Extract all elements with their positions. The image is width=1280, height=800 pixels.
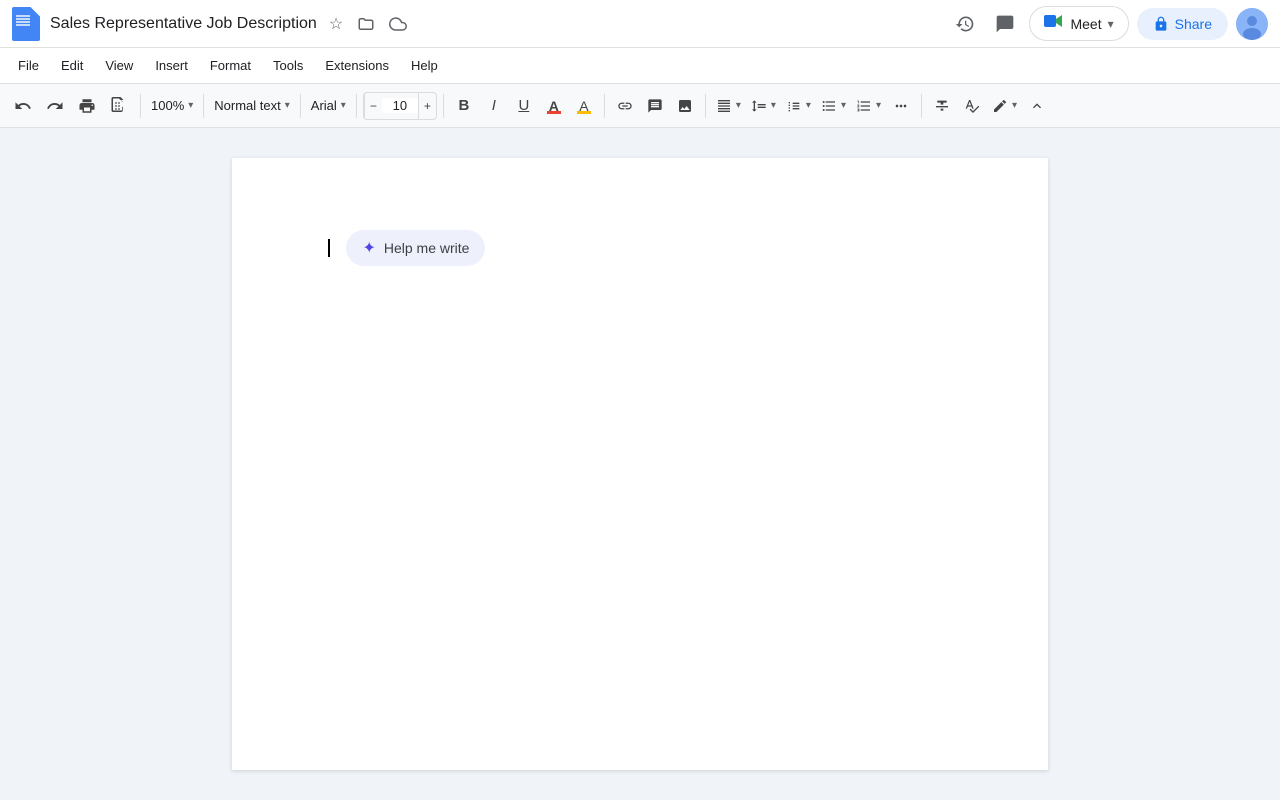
- history-button[interactable]: [949, 8, 981, 40]
- checklist-chevron-icon: ▾: [806, 100, 811, 111]
- redo-button[interactable]: [40, 90, 70, 122]
- meet-label: Meet: [1070, 16, 1101, 32]
- meet-chevron-icon: ▾: [1108, 17, 1114, 31]
- menu-tools[interactable]: Tools: [263, 54, 313, 77]
- zoom-chevron-icon: ▾: [188, 100, 193, 111]
- menu-help[interactable]: Help: [401, 54, 448, 77]
- cloud-button[interactable]: [385, 13, 411, 35]
- text-style-chevron-icon: ▾: [285, 100, 290, 111]
- title-bar: Sales Representative Job Description ☆: [0, 0, 1280, 48]
- divider-6: [604, 94, 605, 118]
- divider-3: [300, 94, 301, 118]
- align-select[interactable]: ▾: [712, 90, 745, 122]
- text-style-value: Normal text: [214, 98, 280, 113]
- bullet-list-chevron-icon: ▾: [841, 100, 846, 111]
- divider-4: [356, 94, 357, 118]
- bold-button[interactable]: B: [450, 92, 478, 120]
- paint-format-button[interactable]: [104, 90, 134, 122]
- font-value: Arial: [311, 98, 337, 113]
- toolbar: 100% ▾ Normal text ▾ Arial ▾ − + B I U A…: [0, 84, 1280, 128]
- star-button[interactable]: ☆: [325, 12, 347, 36]
- help-me-write-button[interactable]: ✦ Help me write: [346, 230, 485, 266]
- more-options-button[interactable]: [887, 92, 915, 120]
- highlight-icon: A: [579, 98, 588, 114]
- italic-button[interactable]: I: [480, 92, 508, 120]
- ordered-list-chevron-icon: ▾: [876, 100, 881, 111]
- cursor: [328, 239, 330, 257]
- share-label: Share: [1175, 16, 1212, 32]
- add-comment-button[interactable]: [641, 92, 669, 120]
- undo-button[interactable]: [8, 90, 38, 122]
- font-size-minus-button[interactable]: −: [364, 93, 382, 119]
- font-size-control: − +: [363, 92, 437, 120]
- edit-mode-select[interactable]: ▾: [988, 90, 1021, 122]
- document-page[interactable]: ✦ Help me write: [232, 158, 1048, 770]
- font-size-plus-button[interactable]: +: [418, 93, 436, 119]
- divider-1: [140, 94, 141, 118]
- font-size-input[interactable]: [382, 98, 418, 113]
- print-button[interactable]: [72, 90, 102, 122]
- text-color-icon: A: [549, 98, 559, 114]
- divider-5: [443, 94, 444, 118]
- underline-button[interactable]: U: [510, 92, 538, 120]
- app-icon: [12, 7, 40, 41]
- line-spacing-chevron-icon: ▾: [771, 100, 776, 111]
- menu-edit[interactable]: Edit: [51, 54, 93, 77]
- document-area: ✦ Help me write: [0, 128, 1280, 800]
- ordered-list-select[interactable]: ▾: [852, 90, 885, 122]
- help-me-write-label: Help me write: [384, 240, 470, 256]
- spell-check-button[interactable]: [958, 92, 986, 120]
- font-chevron-icon: ▾: [341, 100, 346, 111]
- meet-button[interactable]: Meet ▾: [1029, 6, 1128, 41]
- divider-2: [203, 94, 204, 118]
- menu-format[interactable]: Format: [200, 54, 261, 77]
- line-spacing-select[interactable]: ▾: [747, 90, 780, 122]
- share-button[interactable]: Share: [1137, 8, 1228, 40]
- checklist-select[interactable]: ▾: [782, 90, 815, 122]
- menu-extensions[interactable]: Extensions: [315, 54, 399, 77]
- document-content: ✦ Help me write: [328, 230, 952, 266]
- text-color-button[interactable]: A: [540, 92, 568, 120]
- folder-button[interactable]: [353, 13, 379, 35]
- highlight-button[interactable]: A: [570, 92, 598, 120]
- comments-button[interactable]: [989, 8, 1021, 40]
- menu-insert[interactable]: Insert: [145, 54, 198, 77]
- menu-bar: File Edit View Insert Format Tools Exten…: [0, 48, 1280, 84]
- text-style-select[interactable]: Normal text ▾: [210, 90, 294, 122]
- title-icon-group: ☆: [325, 12, 411, 36]
- zoom-select[interactable]: 100% ▾: [147, 90, 197, 122]
- zoom-value: 100%: [151, 98, 184, 113]
- divider-8: [921, 94, 922, 118]
- document-title[interactable]: Sales Representative Job Description: [50, 15, 317, 33]
- menu-view[interactable]: View: [95, 54, 143, 77]
- sparkle-icon: ✦: [362, 238, 375, 258]
- font-select[interactable]: Arial ▾: [307, 90, 350, 122]
- avatar[interactable]: [1236, 8, 1268, 40]
- bullet-list-select[interactable]: ▾: [817, 90, 850, 122]
- header-right: Meet ▾ Share: [949, 6, 1268, 41]
- link-button[interactable]: [611, 92, 639, 120]
- align-chevron-icon: ▾: [736, 100, 741, 111]
- edit-mode-chevron-icon: ▾: [1012, 100, 1017, 111]
- menu-file[interactable]: File: [8, 54, 49, 77]
- meet-icon: [1044, 13, 1064, 34]
- divider-7: [705, 94, 706, 118]
- collapse-toolbar-button[interactable]: [1023, 92, 1051, 120]
- insert-image-button[interactable]: [671, 92, 699, 120]
- strikethrough-button[interactable]: [928, 92, 956, 120]
